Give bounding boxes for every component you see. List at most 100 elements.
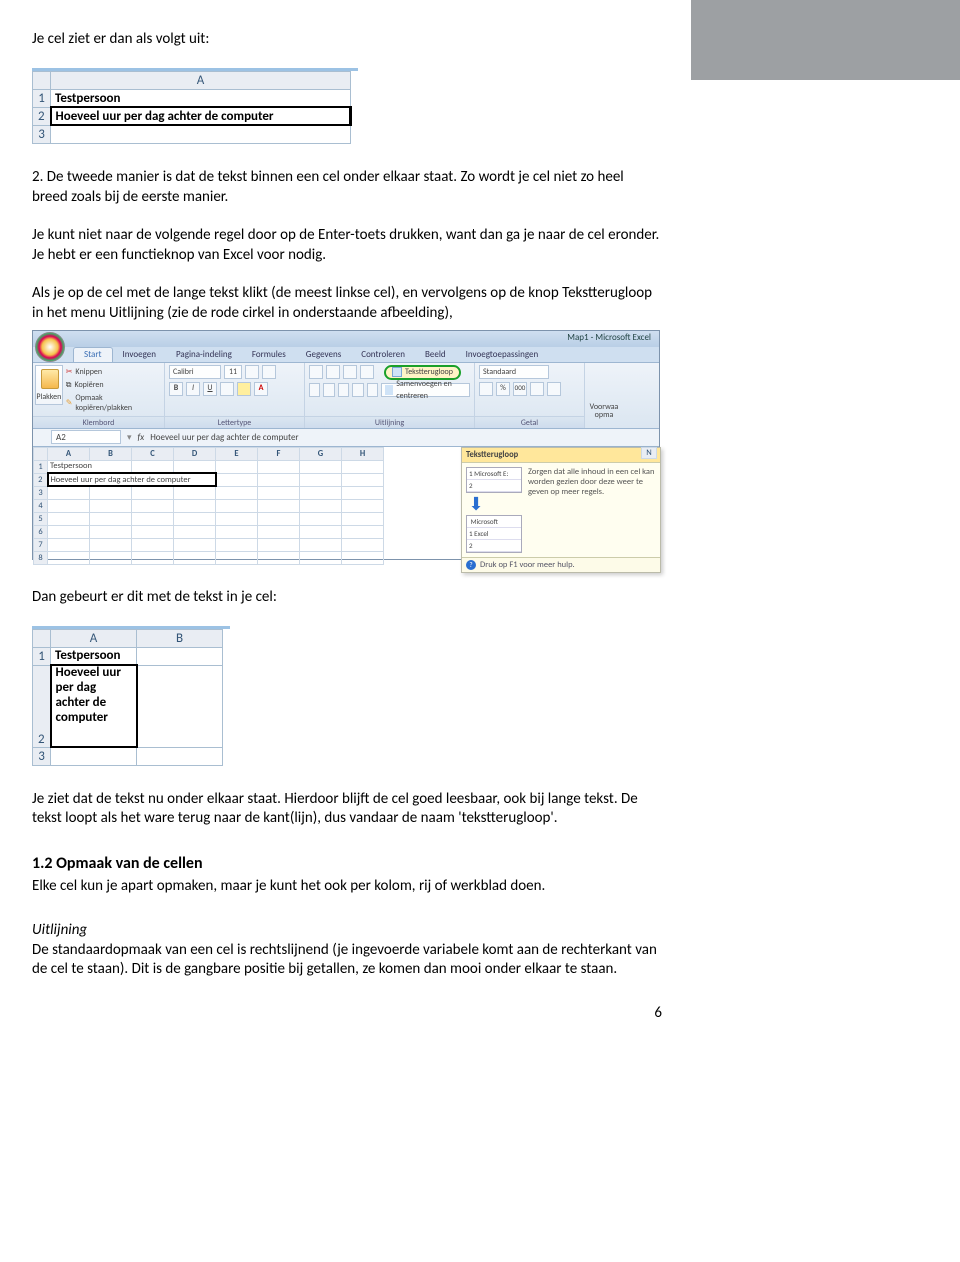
- cond-fmt-label2: opma: [595, 410, 614, 420]
- help-icon: ?: [466, 560, 476, 570]
- clipboard-icon: [41, 369, 59, 389]
- cell-a1[interactable]: Testpersoon: [48, 460, 132, 473]
- tab-start[interactable]: Start: [73, 347, 113, 362]
- page-number: 6: [32, 1004, 662, 1024]
- row-1[interactable]: 1: [34, 460, 48, 473]
- format-painter-button[interactable]: ✎Opmaak kopiëren/plakken: [66, 393, 160, 413]
- font-name-select[interactable]: Calibri: [169, 365, 221, 379]
- row-header-2: 2: [33, 665, 51, 747]
- inc-decimal-icon[interactable]: [530, 382, 544, 396]
- col-c[interactable]: C: [132, 447, 174, 460]
- formula-bar: A2 ▾ fx Hoeveel uur per dag achter de co…: [33, 429, 659, 447]
- indent-inc-icon[interactable]: [367, 383, 378, 397]
- tab-beeld[interactable]: Beeld: [415, 347, 456, 362]
- copy-button[interactable]: ⧉Kopiëren: [66, 380, 160, 390]
- ribbon: Plakken ✂Knippen ⧉Kopiëren ✎Opmaak kopië…: [33, 363, 659, 429]
- tab-invoegtoepassingen[interactable]: Invoegtoepassingen: [456, 347, 549, 362]
- col-e[interactable]: E: [216, 447, 258, 460]
- ribbon-tabs: Start Invoegen Pagina-indeling Formules …: [33, 347, 659, 363]
- col-h[interactable]: H: [342, 447, 384, 460]
- paragraph-intro: Je cel ziet er dan als volgt uit:: [32, 30, 662, 50]
- office-button[interactable]: [35, 332, 65, 362]
- group-label-lettertype: Lettertype: [165, 416, 304, 428]
- title-bar: Map1 - Microsoft Excel: [33, 331, 659, 347]
- name-box[interactable]: A2: [51, 430, 121, 444]
- row-6[interactable]: 6: [34, 525, 48, 538]
- row-8[interactable]: 8: [34, 551, 48, 564]
- font-size-select[interactable]: 11: [224, 365, 242, 379]
- tab-controleren[interactable]: Controleren: [351, 347, 415, 362]
- row-7[interactable]: 7: [34, 538, 48, 551]
- paragraph-enter: Je kunt niet naar de volgende regel door…: [32, 226, 662, 266]
- worksheet-grid: A B C D E F G H 1 Testpersoon 2 Hoeveel …: [33, 447, 659, 559]
- scanner-band: [691, 0, 960, 80]
- tab-invoegen[interactable]: Invoegen: [113, 347, 166, 362]
- figure-excel-ribbon: Map1 - Microsoft Excel Start Invoegen Pa…: [32, 330, 660, 560]
- merge-center-button[interactable]: Samenvoegen en centreren: [381, 383, 470, 397]
- comma-icon[interactable]: 000: [513, 382, 527, 396]
- shrink-font-icon[interactable]: [262, 365, 276, 379]
- formula-text[interactable]: Hoeveel uur per dag achter de computer: [150, 432, 659, 443]
- tooltip-footer: ? Druk op F1 voor meer hulp.: [462, 557, 660, 572]
- cell-a1: Testpersoon: [51, 647, 137, 665]
- col-f[interactable]: F: [258, 447, 300, 460]
- tooltip-title: Tekstterugloop: [462, 448, 660, 463]
- select-all[interactable]: [34, 447, 48, 460]
- dec-decimal-icon[interactable]: [547, 382, 561, 396]
- font-color-button[interactable]: A: [254, 382, 268, 396]
- row-header-1: 1: [33, 647, 51, 665]
- merge-label: Samenvoegen en centreren: [396, 378, 466, 402]
- tab-pagina[interactable]: Pagina-indeling: [166, 347, 242, 362]
- align-bottom-icon[interactable]: [343, 365, 357, 379]
- row-5[interactable]: 5: [34, 512, 48, 525]
- group-label-getal: Getal: [475, 416, 584, 428]
- app-title: Map1 - Microsoft Excel: [567, 332, 651, 343]
- group-styles-partial: Voorwaa opma: [585, 363, 623, 428]
- group-uitlijning: Tekstterugloop Samenvoegen en centreren …: [305, 363, 475, 428]
- currency-icon[interactable]: [479, 382, 493, 396]
- cell-b2: [137, 665, 223, 747]
- tab-formules[interactable]: Formules: [242, 347, 296, 362]
- col-a[interactable]: A: [48, 447, 90, 460]
- wrap-icon: [392, 367, 402, 377]
- grow-font-icon[interactable]: [245, 365, 259, 379]
- row-2[interactable]: 2: [34, 473, 48, 486]
- cut-button[interactable]: ✂Knippen: [66, 367, 160, 377]
- select-all-corner: [33, 71, 51, 89]
- col-b[interactable]: B: [90, 447, 132, 460]
- cancel-icon[interactable]: ▾: [127, 432, 132, 443]
- cell-a1: Testpersoon: [51, 89, 351, 107]
- col-d[interactable]: D: [174, 447, 216, 460]
- row-header-2: 2: [33, 107, 51, 125]
- cell-a3: [51, 125, 351, 143]
- column-header-b: B: [137, 629, 223, 647]
- paste-button[interactable]: Plakken: [35, 365, 63, 405]
- underline-button[interactable]: U: [203, 382, 217, 396]
- group-label-uitlijning: Uitlijning: [305, 416, 474, 428]
- tab-gegevens[interactable]: Gegevens: [296, 347, 351, 362]
- border-button[interactable]: [220, 382, 234, 396]
- format-painter-label: Opmaak kopiëren/plakken: [75, 393, 160, 413]
- orientation-icon[interactable]: [360, 365, 374, 379]
- paragraph-method2: 2. De tweede manier is dat de tekst binn…: [32, 168, 662, 208]
- align-left-icon[interactable]: [309, 383, 320, 397]
- row-3[interactable]: 3: [34, 486, 48, 499]
- bold-button[interactable]: B: [169, 382, 183, 396]
- row-4[interactable]: 4: [34, 499, 48, 512]
- align-top-icon[interactable]: [309, 365, 323, 379]
- fill-color-button[interactable]: [237, 382, 251, 396]
- figure-cell-after-wrap: A B 1 Testpersoon 2 Hoeveel uur per dag …: [32, 626, 230, 766]
- italic-button[interactable]: I: [186, 382, 200, 396]
- group-getal: Standaard % 000 Getal: [475, 363, 585, 428]
- percent-icon[interactable]: %: [496, 382, 510, 396]
- indent-dec-icon[interactable]: [352, 383, 363, 397]
- heading-1-2: 1.2 Opmaak van de cellen: [32, 853, 662, 874]
- align-middle-icon[interactable]: [326, 365, 340, 379]
- align-right-icon[interactable]: [338, 383, 349, 397]
- col-n[interactable]: N: [641, 447, 657, 459]
- number-format-select[interactable]: Standaard: [479, 365, 549, 379]
- cell-a2-selected[interactable]: Hoeveel uur per dag achter de computer: [48, 473, 216, 486]
- fx-icon[interactable]: fx: [138, 432, 145, 443]
- col-g[interactable]: G: [300, 447, 342, 460]
- align-center-icon[interactable]: [323, 383, 334, 397]
